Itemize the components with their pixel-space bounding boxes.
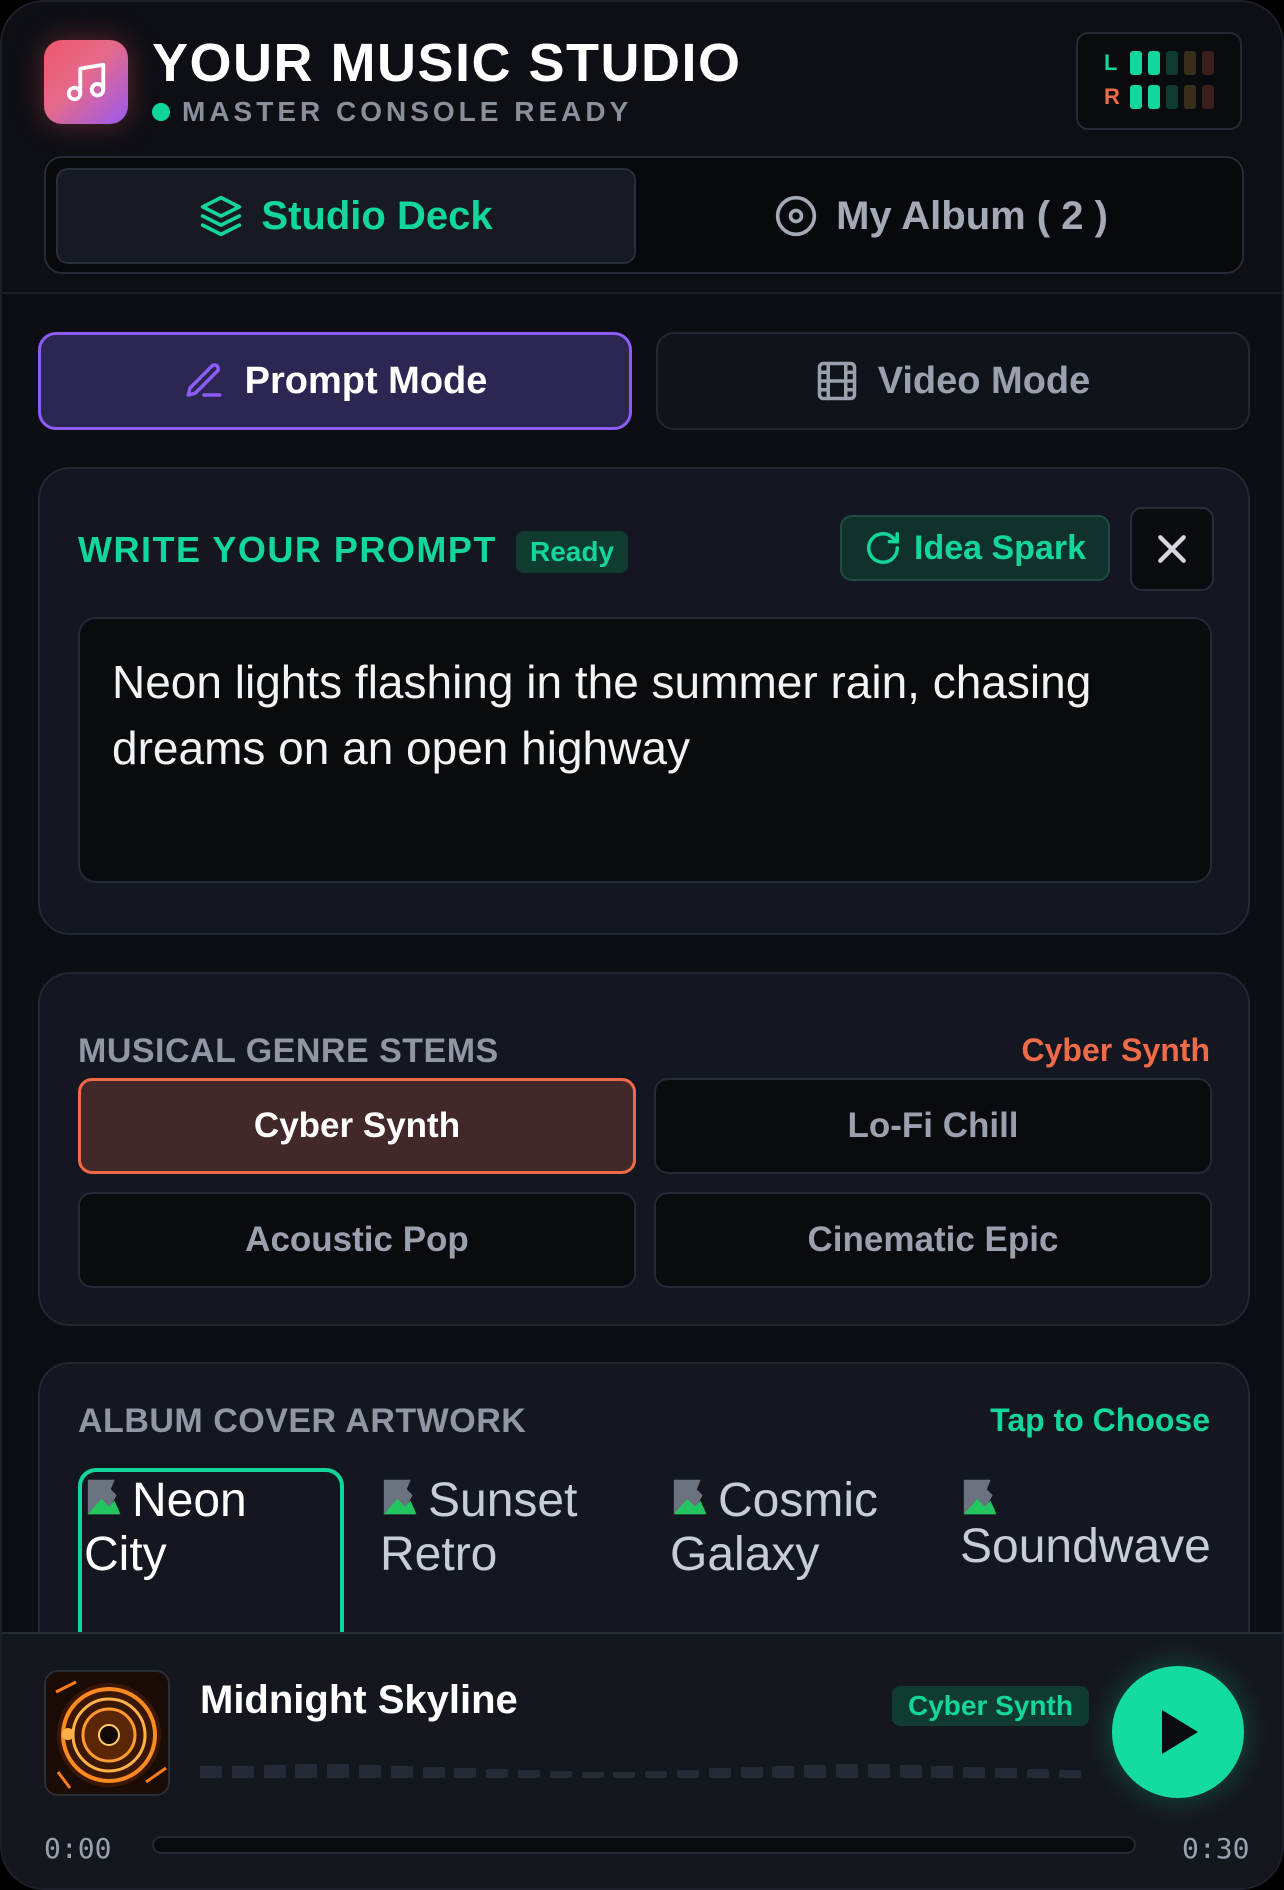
waveform-bar [581, 1772, 604, 1778]
app-title: YOUR MUSIC STUDIO [152, 33, 742, 93]
waveform-bar [422, 1767, 445, 1778]
waveform-bar [963, 1767, 986, 1778]
track-artwork[interactable] [44, 1670, 170, 1796]
waveform-bar [772, 1766, 795, 1778]
meter-segment [1130, 85, 1142, 109]
waveform-bar [549, 1771, 572, 1778]
total-time: 0:30 [1182, 1832, 1250, 1865]
prompt-mode-button[interactable]: Prompt Mode [38, 332, 632, 430]
play-icon [1162, 1710, 1198, 1754]
genre-option-acoustic-pop[interactable]: Acoustic Pop [78, 1192, 636, 1288]
layers-icon [201, 195, 242, 237]
waveform-bar [295, 1764, 318, 1778]
meter-segment [1148, 51, 1160, 75]
broken-image-icon [960, 1474, 1006, 1520]
status-text: MASTER CONSOLE READY [182, 96, 633, 127]
meter-segment [1202, 51, 1214, 75]
broken-image-icon [670, 1474, 716, 1520]
meter-segment [1184, 85, 1196, 109]
prompt-textarea[interactable]: Neon lights flashing in the summer rain,… [78, 617, 1212, 883]
close-icon [1158, 535, 1186, 563]
genre-option-cyber-synth[interactable]: Cyber Synth [78, 1078, 636, 1174]
prompt-mode-label: Prompt Mode [244, 359, 488, 402]
idea-spark-button[interactable]: Idea Spark [840, 515, 1110, 581]
meter-segment [1166, 51, 1178, 75]
app-screen: YOUR MUSIC STUDIO MASTER CONSOLE READY L… [0, 0, 1284, 1890]
genre-heading: MUSICAL GENRE STEMS [78, 1032, 499, 1070]
tab-studio-deck[interactable]: Studio Deck [56, 168, 636, 264]
waveform-bar [867, 1764, 890, 1778]
genre-option-lofi-chill[interactable]: Lo-Fi Chill [654, 1078, 1212, 1174]
waveform-bar [454, 1768, 477, 1778]
current-time: 0:00 [44, 1832, 112, 1865]
album-art-heading: ALBUM COVER ARTWORK [78, 1402, 527, 1440]
waveform-bar [994, 1768, 1017, 1778]
meter-right-channel: R [1104, 84, 1220, 110]
video-mode-label: Video Mode [877, 359, 1091, 402]
meter-left-channel: L [1104, 50, 1220, 76]
meter-right-label: R [1104, 84, 1120, 109]
tab-my-album-label: My Album ( 2 ) [836, 193, 1108, 238]
waveform-bar [231, 1766, 254, 1778]
waveform-bar [708, 1768, 731, 1778]
waveform-bar [1058, 1770, 1081, 1778]
track-title: Midnight Skyline [200, 1678, 518, 1722]
waveform-bar [931, 1766, 954, 1778]
waveform-bar [835, 1764, 858, 1778]
waveform-bar [517, 1770, 540, 1778]
film-icon [817, 361, 856, 401]
meter-segment [1148, 85, 1160, 109]
waveform-bar [676, 1770, 699, 1778]
waveform-bar [358, 1765, 381, 1778]
pencil-icon [186, 363, 222, 397]
meter-segment [1166, 85, 1178, 109]
prompt-heading: WRITE YOUR PROMPT [78, 529, 497, 570]
meter-segment [1184, 51, 1196, 75]
broken-image-icon [84, 1474, 130, 1520]
waveform-bar [200, 1766, 222, 1778]
waveform-bar [899, 1765, 922, 1778]
waveform-bar [486, 1769, 509, 1778]
waveform-bar [645, 1771, 668, 1778]
tab-my-album[interactable]: My Album ( 2 ) [646, 168, 1236, 264]
play-button[interactable] [1112, 1666, 1244, 1798]
video-mode-button[interactable]: Video Mode [656, 332, 1250, 430]
progress-track[interactable] [152, 1836, 1136, 1854]
console-status: MASTER CONSOLE READY [152, 96, 632, 128]
tap-to-choose-hint: Tap to Choose [990, 1402, 1210, 1438]
app-header: YOUR MUSIC STUDIO MASTER CONSOLE READY L… [2, 2, 1282, 294]
meter-segment [1202, 85, 1214, 109]
waveform-bar [804, 1765, 827, 1778]
top-tab-bar: Studio Deck My Album ( 2 ) [44, 156, 1244, 274]
genre-option-cinematic-epic[interactable]: Cinematic Epic [654, 1192, 1212, 1288]
disc-icon [775, 195, 817, 237]
selected-genre-label: Cyber Synth [1021, 1032, 1210, 1068]
meter-left-label: L [1104, 50, 1118, 75]
idea-spark-label: Idea Spark [914, 528, 1086, 567]
music-note-icon [44, 40, 128, 124]
broken-image-icon [380, 1474, 426, 1520]
tab-studio-deck-label: Studio Deck [261, 193, 493, 238]
ready-badge: Ready [516, 531, 629, 573]
waveform-bar [263, 1765, 286, 1778]
meter-segment [1130, 51, 1142, 75]
waveform-bar [1026, 1769, 1049, 1778]
now-playing-bar: Midnight Skyline Cyber Synth 0:00 0:30 [2, 1632, 1282, 1888]
clear-prompt-button[interactable] [1130, 507, 1214, 591]
prompt-card: WRITE YOUR PROMPT Ready Idea Spark Neon … [38, 467, 1250, 935]
level-meter: L R [1076, 32, 1242, 130]
track-genre-tag: Cyber Synth [892, 1686, 1089, 1726]
refresh-icon [867, 532, 899, 564]
genre-card: MUSICAL GENRE STEMS Cyber Synth Cyber Sy… [38, 972, 1250, 1326]
waveform-bar [740, 1767, 763, 1778]
waveform-bar [613, 1772, 636, 1778]
waveform-bar [327, 1764, 350, 1778]
waveform [200, 1764, 1090, 1778]
cover-label: Soundwave [960, 1520, 1211, 1573]
waveform-bar [390, 1766, 413, 1778]
status-indicator-dot [152, 103, 170, 121]
